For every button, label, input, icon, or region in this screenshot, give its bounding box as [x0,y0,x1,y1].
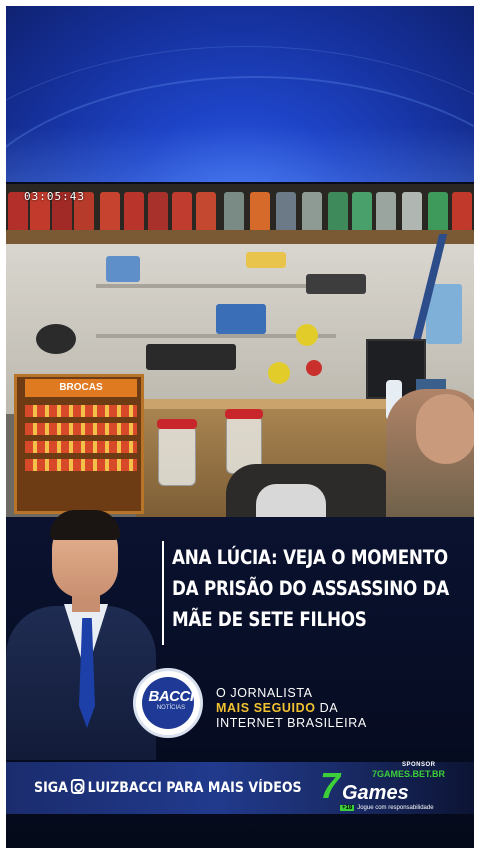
logo-main-text: BACCI [148,688,195,705]
tape-roll [306,360,322,376]
sponsor-logo[interactable]: 7 7GAMES.BET.BR Games +18 Jogue com respo… [318,768,468,816]
sponsor-name: Games [342,782,409,804]
headline-line-1: ANA LÚCIA: VEJA O MOMENTO [172,546,448,569]
paint-can [402,192,422,232]
bacci-logo: BACCI NOTÍCIAS [133,668,203,738]
paint-can [376,192,396,232]
sponsor-responsibility: +18 Jogue com responsabilidade [340,805,434,811]
paint-can [428,192,448,232]
presenter-hair [50,510,120,540]
product-blister [246,252,286,268]
display-row [25,459,137,471]
peg-rail [96,284,336,288]
display-sign: BROCAS [25,379,137,397]
cctv-video[interactable]: 03:05:43 BROCAS [6,184,474,517]
paint-can [172,192,192,232]
follow-handle: LUIZBACCI PARA MAIS VÍDEOS [87,780,302,796]
tagline-line-2-rest: DA [315,701,339,715]
video-frame: 03:05:43 BROCAS ANA LÚCIA: VEJA O MOMENT… [6,6,474,848]
suspect-shirt [256,484,326,517]
top-banner [6,6,474,182]
headline-line-2: DA PRISÃO DO ASSASSINO DA [172,577,449,600]
upper-shelf: 03:05:43 [6,184,474,236]
banner-glow [6,126,474,182]
paint-can [100,192,120,232]
shopkeeper-head [416,394,474,464]
headline-line-3: MÃE DE SETE FILHOS [172,608,367,631]
tape-roll [268,362,290,384]
paint-can [452,192,472,232]
product-blister [106,256,140,282]
display-row [25,423,137,435]
paint-can [302,192,322,232]
shelf-board [6,230,474,244]
instagram-icon [70,779,85,794]
product-blister [146,344,236,370]
candy-jar [157,419,197,486]
age-badge: +18 [340,805,355,811]
paint-can [352,192,372,232]
tagline-line-3: INTERNET BRASILEIRA [216,716,367,730]
paint-can [328,192,348,232]
display-row [25,405,137,417]
presenter [6,508,156,760]
tape-roll [296,324,318,346]
logo-sub-text: NOTÍCIAS [156,705,186,711]
tagline-line-1: O JORNALISTA [216,686,313,700]
tagline: O JORNALISTA MAIS SEGUIDO DA INTERNET BR… [216,686,367,731]
paint-can [124,192,144,232]
product-blister [306,274,366,294]
paint-can [250,192,270,232]
paint-can [148,192,168,232]
cctv-timestamp: 03:05:43 [24,190,85,203]
paint-can [196,192,216,232]
headline-divider [162,541,164,645]
drill-bit-display: BROCAS [14,374,144,514]
sponsor-site: 7GAMES.BET.BR [372,769,446,779]
paint-can [224,192,244,232]
sponsor-note: Jogue com responsabilidade [357,805,434,811]
tagline-highlight: MAIS SEGUIDO [216,701,316,715]
paint-can [276,192,296,232]
headline: ANA LÚCIA: VEJA O MOMENTO DA PRISÃO DO A… [172,542,449,635]
follow-cta[interactable]: SIGA LUIZBACCI PARA MAIS VÍDEOS [34,779,302,796]
sponsor-seven: 7 [320,765,341,806]
hose-reel [36,324,76,354]
product-blister [216,304,266,334]
tagline-line-2: MAIS SEGUIDO DA [216,701,367,716]
display-row [25,441,137,453]
follow-prefix: SIGA [34,780,68,796]
